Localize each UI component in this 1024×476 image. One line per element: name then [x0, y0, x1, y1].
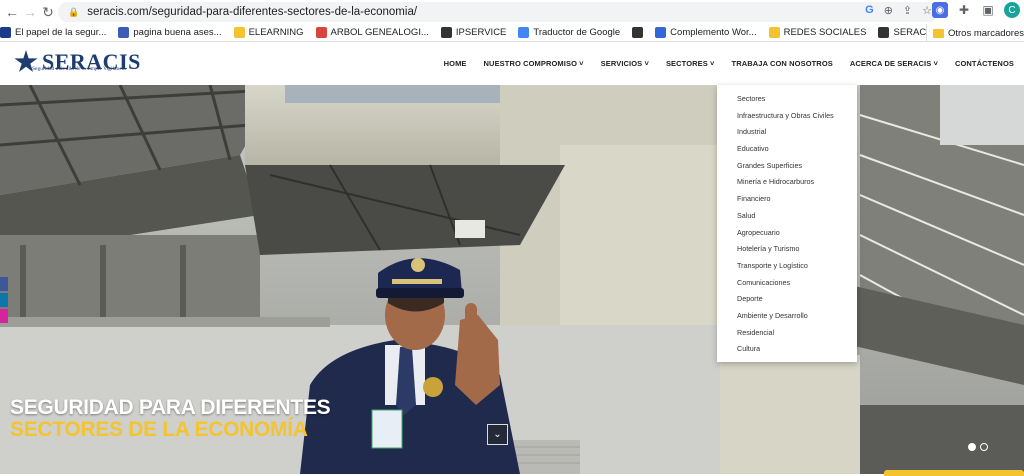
bookmark-favicon-icon	[768, 27, 780, 38]
linkedin-icon[interactable]	[0, 293, 8, 307]
back-icon[interactable]: ←	[2, 2, 22, 22]
sector-menu-item[interactable]: Agropecuario	[717, 225, 857, 242]
profile-avatar[interactable]: C	[1004, 2, 1020, 18]
bookmark-favicon-icon	[632, 27, 644, 38]
bookmark-favicon-icon	[315, 27, 327, 38]
slide-dot-1[interactable]	[968, 443, 976, 451]
sector-menu-item[interactable]: Transporte y Logístico	[717, 258, 857, 275]
bookmark-favicon-icon	[118, 27, 130, 38]
bookmark-favicon-icon	[518, 27, 530, 38]
site-header: SERACIS Seguridad más allá de la simple …	[0, 42, 1024, 85]
nav-item[interactable]: NUESTRO COMPROMISO ˅	[484, 59, 584, 68]
bookmark-label: ARBOL GENEALOGI...	[330, 27, 429, 38]
bookmark-item[interactable]: ARBOL GENEALOGI...	[315, 27, 429, 38]
bookmark-label: Traductor de Google	[533, 27, 621, 38]
social-sidebar	[0, 277, 8, 325]
nav-item[interactable]: HOME	[444, 59, 467, 68]
bookmark-item[interactable]: ELEARNING	[233, 27, 304, 38]
lock-icon: 🔒	[68, 6, 80, 17]
sector-menu-item[interactable]: Salud	[717, 208, 857, 225]
bookmark-favicon-icon	[0, 27, 11, 38]
sector-menu-item[interactable]: Educativo	[717, 141, 857, 158]
google-icon[interactable]: G	[865, 4, 874, 17]
sector-menu-item[interactable]: Infraestructura y Obras Civiles	[717, 108, 857, 125]
extension-icon[interactable]: ◉	[932, 2, 948, 18]
bookmark-favicon-icon	[233, 27, 245, 38]
bookmark-item[interactable]: IPSERVICE	[440, 27, 507, 38]
bookmark-favicon-icon	[878, 27, 890, 38]
sector-menu-item[interactable]: Grandes Superficies	[717, 158, 857, 175]
hero-title-line1: SEGURIDAD PARA DIFERENTES	[10, 396, 331, 419]
bookmark-label: El papel de la segur...	[15, 27, 107, 38]
floating-cta-tab[interactable]	[884, 470, 1024, 476]
sector-menu-item[interactable]: Deporte	[717, 291, 857, 308]
sector-menu-item[interactable]: Minería e Hidrocarburos	[717, 174, 857, 191]
bookmark-item[interactable]: Traductor de Google	[518, 27, 620, 38]
chevron-down-icon: ⌄	[493, 429, 502, 440]
zoom-icon[interactable]: ⊕	[884, 4, 893, 17]
sector-menu-item[interactable]: Industrial	[717, 124, 857, 141]
bookmark-label: IPSERVICE	[455, 27, 507, 38]
sector-menu-item[interactable]: Comunicaciones	[717, 275, 857, 292]
puzzle-icon[interactable]: ✚	[956, 2, 972, 18]
facebook-icon[interactable]	[0, 277, 8, 291]
sectores-dropdown: Sectores Infraestructura y Obras Civiles I…	[717, 85, 857, 362]
bookmarks-bar: El papel de la segur... pagina buena ases…	[0, 24, 1024, 42]
bookmark-label: pagina buena ases...	[133, 27, 222, 38]
share-icon[interactable]: ⇪	[903, 4, 912, 17]
sector-menu-item[interactable]: Ambiente y Desarrollo	[717, 308, 857, 325]
bookmark-label: REDES SOCIALES	[783, 27, 867, 38]
sector-menu-item[interactable]: Residencial	[717, 325, 857, 342]
sector-menu-item[interactable]: Financiero	[717, 191, 857, 208]
sidepanel-icon[interactable]: ▣	[980, 2, 996, 18]
nav-item[interactable]: SERVICIOS ˅	[601, 59, 649, 68]
hero-title-line2: SECTORES DE LA ECONOMÍA	[10, 418, 308, 441]
bookmark-label: Complemento Wor...	[670, 27, 757, 38]
sector-menu-item[interactable]: Cultura	[717, 341, 857, 358]
nav-item[interactable]: SECTORES ˅	[666, 59, 715, 68]
bookmark-item[interactable]: REDES SOCIALES	[768, 27, 867, 38]
bookmark-item[interactable]: pagina buena ases...	[118, 27, 222, 38]
sector-menu-item[interactable]: Sectores	[717, 91, 857, 108]
browser-toolbar: ← → ↻ 🔒 seracis.com/seguridad-para-difer…	[0, 0, 1024, 24]
nav-item[interactable]: ACERCA DE SERACIS ˅	[850, 59, 938, 68]
bookmark-item[interactable]: El papel de la segur...	[0, 27, 106, 38]
folder-icon	[932, 28, 944, 38]
slide-dot-2[interactable]	[980, 443, 988, 451]
forward-icon[interactable]: →	[20, 2, 40, 22]
nav-item[interactable]: CONTÁCTENOS	[955, 59, 1014, 68]
address-bar[interactable]: 🔒 seracis.com/seguridad-para-diferentes-…	[58, 2, 938, 22]
slider-pagination	[968, 443, 988, 451]
bookmark-item[interactable]: Complemento Wor...	[655, 27, 757, 38]
url-text[interactable]: seracis.com/seguridad-para-diferentes-se…	[87, 6, 417, 18]
scroll-down-button[interactable]: ⌄	[487, 424, 508, 445]
hero-title: SEGURIDAD PARA DIFERENTES SECTORES DE LA…	[10, 396, 331, 441]
sector-menu-item[interactable]: Hotelería y Turismo	[717, 241, 857, 258]
nav-item[interactable]: TRABAJA CON NOSOTROS	[732, 59, 833, 68]
bookmark-item[interactable]	[632, 27, 644, 38]
other-bookmarks[interactable]: Otros marcadores	[925, 24, 1024, 41]
bookmark-label: ELEARNING	[248, 27, 304, 38]
bookmark-favicon-icon	[440, 27, 452, 38]
main-nav: HOME NUESTRO COMPROMISO ˅ SERVICIOS ˅ SECTO…	[444, 42, 1014, 85]
brand-tagline: Seguridad más allá de la simple Vigilanc…	[32, 66, 126, 72]
instagram-icon[interactable]	[0, 309, 8, 323]
reload-icon[interactable]: ↻	[38, 2, 58, 22]
star-icon[interactable]: ☆	[922, 4, 932, 17]
bookmark-favicon-icon	[655, 27, 667, 38]
